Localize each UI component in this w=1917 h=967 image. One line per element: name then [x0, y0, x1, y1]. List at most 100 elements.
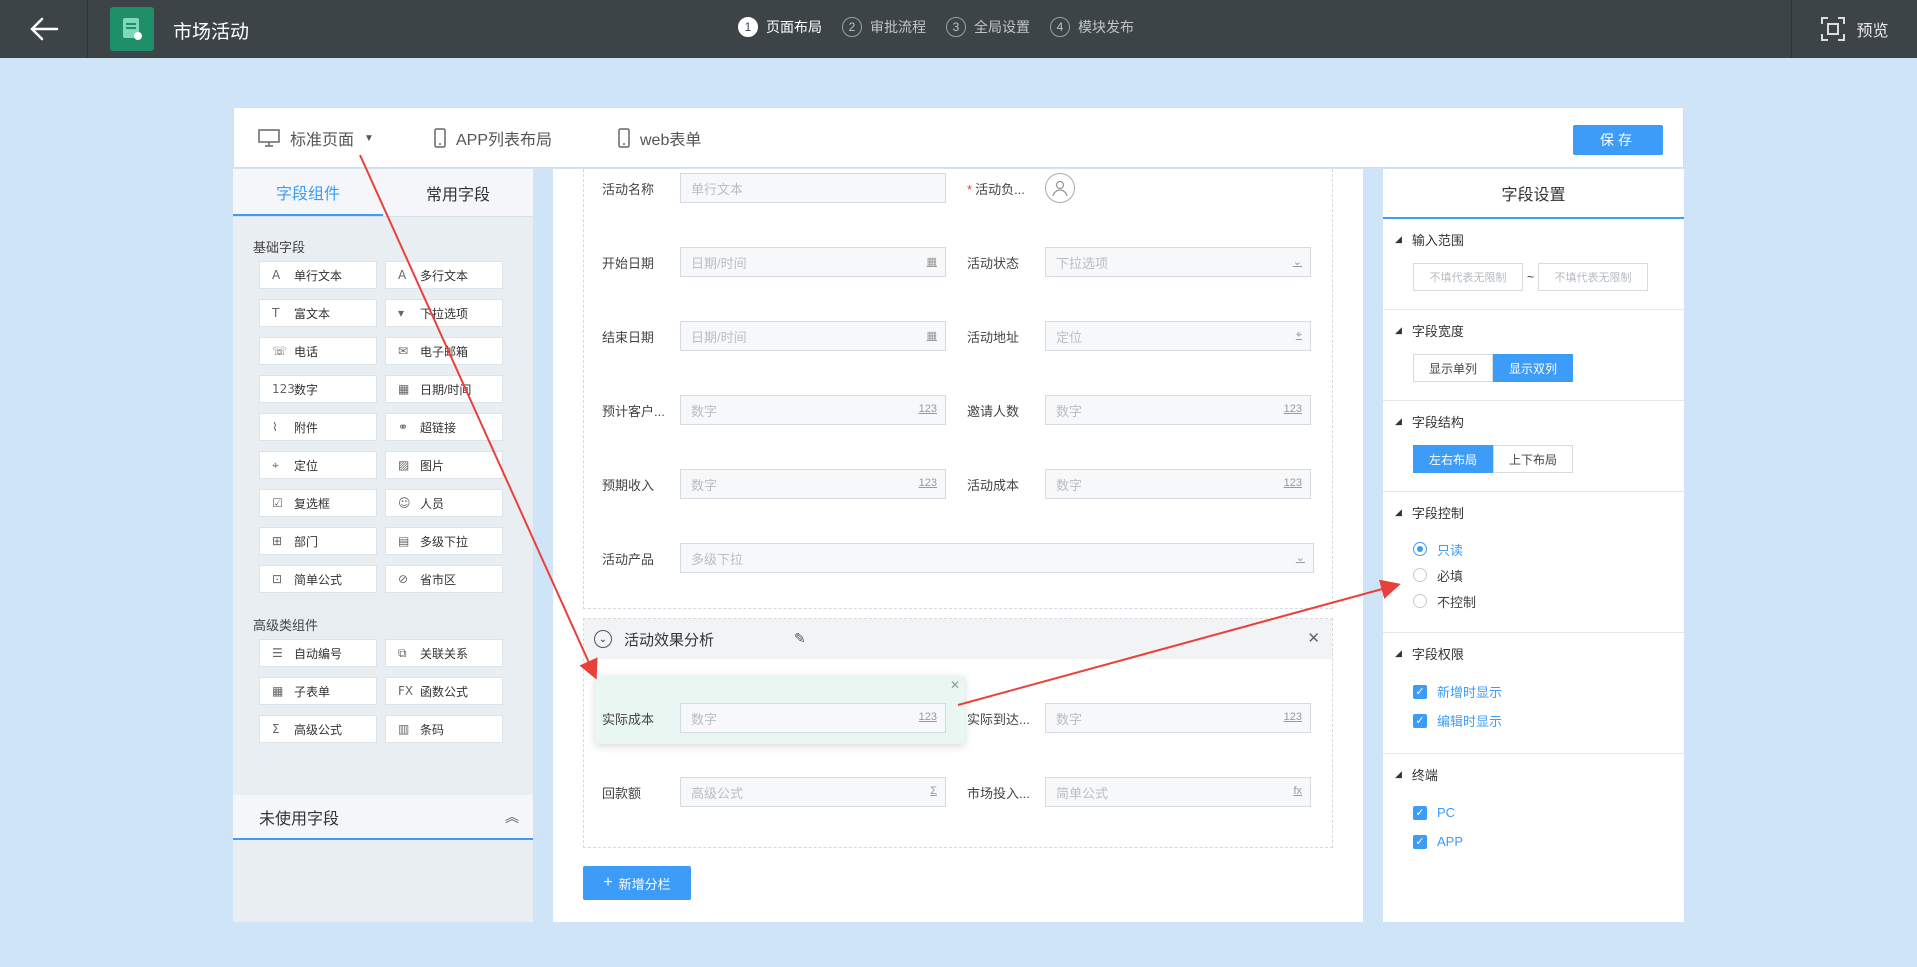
component-5[interactable]: Σ 高级公式 — [259, 715, 377, 743]
pencil-icon[interactable]: ✎ — [794, 630, 806, 647]
permission-show-on-edit-checkbox[interactable]: ✓ 编辑时显示 — [1413, 706, 1684, 735]
component-15[interactable]: ⊞ 部门 — [259, 527, 377, 555]
range-separator: ~ — [1527, 270, 1535, 284]
field-input[interactable]: 数字 123 — [1045, 469, 1311, 499]
component-18[interactable]: ⊘ 省市区 — [385, 565, 503, 593]
control-readonly-radio[interactable]: 只读 — [1413, 536, 1684, 562]
field-input[interactable]: 定位 ⌖ — [1045, 321, 1311, 351]
component-7[interactable]: 123 数字 — [259, 375, 377, 403]
field-placeholder: 下拉选项 — [1056, 255, 1109, 271]
field-suffix-icon: Σ — [930, 785, 937, 797]
field-settings-title: 字段设置 — [1383, 169, 1684, 219]
component-6[interactable]: ▥ 条码 — [385, 715, 503, 743]
control-required-radio[interactable]: 必填 — [1413, 562, 1684, 588]
field-input[interactable]: 数字 123 — [680, 469, 946, 499]
permission-show-on-create-checkbox[interactable]: ✓ 新增时显示 — [1413, 677, 1684, 706]
terminal-pc-checkbox[interactable]: ✓ PC — [1413, 798, 1684, 827]
triangle-icon[interactable]: ◢ — [1395, 507, 1402, 518]
save-button[interactable]: 保存 — [1573, 125, 1663, 155]
collapse-icon[interactable]: ⌄ — [594, 630, 612, 648]
form-field: 市场投入... 简单公式 fx — [967, 777, 1311, 807]
control-none-radio[interactable]: 不控制 — [1413, 588, 1684, 614]
field-permission-title: 字段权限 — [1411, 646, 1464, 662]
field-input[interactable]: 数字 123 — [680, 395, 946, 425]
component-8[interactable]: ▦ 日期/时间 — [385, 375, 503, 403]
field-input[interactable]: 单行文本 — [680, 173, 946, 203]
close-icon[interactable]: ✕ — [1307, 629, 1320, 647]
component-6[interactable]: ✉ 电子邮箱 — [385, 337, 503, 365]
field-input[interactable]: 日期/时间 ▦ — [680, 247, 946, 277]
step-page-layout[interactable]: 1 页面布局 — [738, 17, 822, 37]
component-12[interactable]: ▨ 图片 — [385, 451, 503, 479]
field-input[interactable]: 多级下拉 ⌄ — [680, 543, 1314, 573]
component-3[interactable]: ▦ 子表单 — [259, 677, 377, 705]
component-label: 超链接 — [420, 420, 457, 435]
triangle-icon[interactable]: ◢ — [1395, 769, 1402, 780]
field-label: 活动名称 — [602, 179, 680, 198]
preview-button[interactable]: 预览 — [1791, 0, 1917, 58]
component-label: 单行文本 — [294, 268, 343, 283]
component-label: 电话 — [294, 344, 319, 359]
tab-field-components[interactable]: 字段组件 — [233, 169, 383, 216]
tab-common-fields[interactable]: 常用字段 — [383, 169, 533, 216]
field-input[interactable]: 高级公式 Σ — [680, 777, 946, 807]
person-avatar-icon[interactable] — [1045, 173, 1075, 203]
range-max-input[interactable]: 不填代表无限制 — [1538, 263, 1649, 291]
remove-field-icon[interactable]: ✕ — [950, 678, 960, 692]
form-field: 活动状态 下拉选项 ⌄ — [967, 247, 1311, 277]
field-control-title: 字段控制 — [1411, 505, 1464, 521]
tab-web-form[interactable]: web表单 — [618, 126, 701, 150]
component-10[interactable]: ⚭ 超链接 — [385, 413, 503, 441]
fullscreen-icon — [1821, 17, 1846, 41]
component-tabs: 字段组件 常用字段 — [233, 169, 533, 217]
triangle-icon[interactable]: ◢ — [1395, 416, 1402, 427]
component-2[interactable]: A 多行文本 — [385, 261, 503, 289]
width-single-option[interactable]: 显示单列 — [1413, 354, 1494, 382]
structure-top-bottom-option[interactable]: 上下布局 — [1493, 445, 1574, 473]
component-11[interactable]: ⌖ 定位 — [259, 451, 377, 479]
component-9[interactable]: ⌇ 附件 — [259, 413, 377, 441]
step-number: 1 — [738, 17, 758, 37]
structure-left-right-option[interactable]: 左右布局 — [1413, 445, 1494, 473]
field-input[interactable]: 简单公式 fx — [1045, 777, 1311, 807]
back-button[interactable] — [0, 0, 88, 58]
width-double-option[interactable]: 显示双列 — [1493, 354, 1574, 382]
form-field: 实际成本 数字 123 — [602, 703, 946, 733]
terminal-app-checkbox[interactable]: ✓ APP — [1413, 827, 1684, 856]
component-14[interactable]: ☺ 人员 — [385, 489, 503, 517]
component-1[interactable]: A 单行文本 — [259, 261, 377, 289]
tab-app-list-layout[interactable]: APP列表布局 — [434, 126, 552, 150]
field-input[interactable]: 下拉选项 ⌄ — [1045, 247, 1311, 277]
field-input[interactable]: 数字 123 — [1045, 703, 1311, 733]
triangle-icon[interactable]: ◢ — [1395, 234, 1402, 245]
component-5[interactable]: ☏ 电话 — [259, 337, 377, 365]
tab-label: 标准页面 — [290, 132, 355, 149]
field-suffix-icon: fx — [1293, 785, 1302, 797]
step-global-settings[interactable]: 3 全局设置 — [946, 17, 1030, 37]
double-chevron-up-icon[interactable]: ︽ — [505, 807, 519, 827]
add-column-button[interactable]: + 新增分栏 — [583, 866, 691, 900]
component-17[interactable]: ⊡ 简单公式 — [259, 565, 377, 593]
component-4[interactable]: FX 函数公式 — [385, 677, 503, 705]
component-1[interactable]: ☰ 自动编号 — [259, 639, 377, 667]
field-label: 市场投入... — [967, 783, 1045, 802]
component-label: 附件 — [294, 420, 319, 435]
range-min-input[interactable]: 不填代表无限制 — [1413, 263, 1523, 291]
component-icon: ▥ — [398, 722, 410, 736]
component-16[interactable]: ▤ 多级下拉 — [385, 527, 503, 555]
triangle-icon[interactable]: ◢ — [1395, 648, 1402, 659]
field-input[interactable]: 数字 123 — [1045, 395, 1311, 425]
component-2[interactable]: ⧉ 关联关系 — [385, 639, 503, 667]
component-4[interactable]: ▾ 下拉选项 — [385, 299, 503, 327]
step-approval-flow[interactable]: 2 审批流程 — [842, 17, 926, 37]
component-13[interactable]: ☑ 复选框 — [259, 489, 377, 517]
tab-standard-page[interactable]: 标准页面 ▼ — [258, 126, 374, 150]
field-input[interactable]: 日期/时间 ▦ — [680, 321, 946, 351]
triangle-icon[interactable]: ◢ — [1395, 325, 1402, 336]
unused-fields-header[interactable]: 未使用字段 ︽ — [233, 795, 533, 840]
field-input[interactable]: 数字 123 — [680, 703, 946, 733]
component-3[interactable]: T 富文本 — [259, 299, 377, 327]
component-icon: ⚭ — [398, 420, 409, 434]
step-nav: 1 页面布局 2 审批流程 3 全局设置 4 模块发布 — [738, 17, 1154, 37]
step-module-publish[interactable]: 4 模块发布 — [1050, 17, 1134, 37]
